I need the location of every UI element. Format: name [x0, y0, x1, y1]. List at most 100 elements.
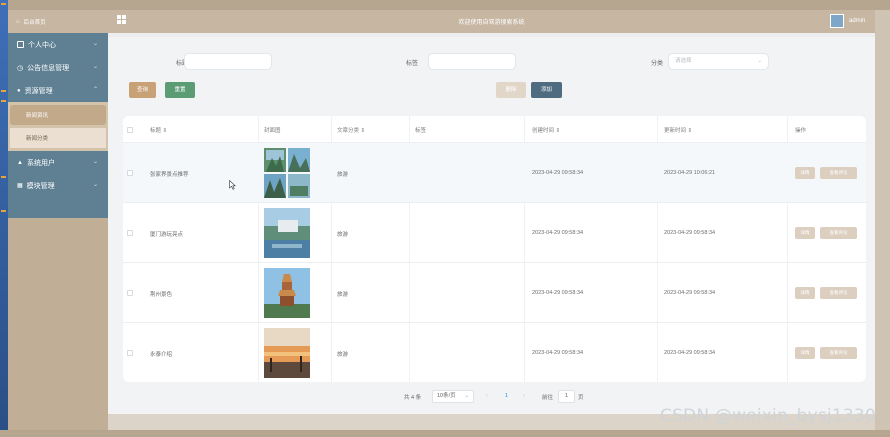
sidebar: ⌂ 后台首页 个人中心 ⌄ ◷ 公告信息管理 ⌄ ● 资源管理 ⌃ 新闻资讯 新…	[8, 10, 108, 430]
pagination-total: 共 4 条	[404, 395, 422, 401]
row-created: 2023-04-29 09:58:34	[532, 170, 584, 176]
clock-icon: ◷	[17, 64, 24, 72]
cursor-icon	[229, 180, 236, 190]
person-icon: ▲	[17, 159, 23, 166]
goto-prefix: 前往	[542, 395, 554, 401]
table-row[interactable]: 永泰介绍 旅游 2023-04-29 09:58:34 2023-04-29 0…	[123, 323, 866, 382]
row-checkbox[interactable]	[127, 170, 133, 176]
sidebar-empty-area	[8, 218, 108, 430]
sidebar-item-notice[interactable]: ◷ 公告信息管理 ⌄	[8, 56, 108, 79]
row-checkbox[interactable]	[127, 290, 133, 296]
category-select-placeholder: 请选择	[675, 58, 692, 64]
table-row[interactable]: 荆州景色 旅游 2023-04-29 09:58:34 2023-04-29 0…	[123, 263, 866, 323]
column-header-title[interactable]: 标题 ⇕	[150, 126, 167, 134]
row-updated: 2023-04-29 09:58:34	[664, 230, 716, 236]
detail-button[interactable]: 详情	[795, 287, 815, 299]
sidebar-item-label: 系统用户	[26, 159, 55, 167]
cover-image	[264, 328, 310, 378]
column-header-updated[interactable]: 更新时间 ⇕	[664, 126, 692, 134]
search-button[interactable]: 查询	[129, 82, 156, 98]
chevron-down-icon: ⌄	[464, 393, 469, 399]
row-title: 永泰介绍	[150, 352, 173, 358]
location-icon: ●	[17, 87, 21, 94]
window-edge	[0, 0, 8, 437]
row-category: 旅游	[337, 352, 349, 358]
cover-image	[264, 268, 310, 318]
view-comments-button[interactable]: 查看评论	[820, 167, 857, 179]
row-category: 旅游	[337, 292, 349, 298]
row-created: 2023-04-29 09:58:34	[532, 230, 584, 236]
tag-filter-input[interactable]	[428, 53, 516, 70]
sidebar-item-modules[interactable]: ▦ 模块管理 ⌄	[8, 174, 108, 197]
chevron-down-icon: ⌄	[92, 159, 98, 165]
row-created: 2023-04-29 09:58:34	[532, 290, 584, 296]
chevron-down-icon: ⌄	[757, 58, 762, 64]
sidebar-subitem-news[interactable]: 新闻资讯	[10, 105, 106, 125]
top-bar: 欢迎使用自驾游搜索系统 admin	[108, 10, 875, 33]
column-header-actions: 操作	[795, 128, 807, 134]
user-center-icon	[17, 41, 24, 48]
title-filter-input[interactable]	[184, 53, 272, 70]
row-title: 荆州景色	[150, 292, 173, 298]
row-created: 2023-04-29 09:58:34	[532, 350, 584, 356]
category-filter-label: 分类	[651, 61, 664, 67]
row-checkbox[interactable]	[127, 350, 133, 356]
view-comments-button[interactable]: 查看评论	[820, 227, 857, 239]
goto-page-input[interactable]: 1	[558, 390, 575, 403]
row-updated: 2023-04-29 09:58:34	[664, 350, 716, 356]
page-title: 欢迎使用自驾游搜索系统	[458, 20, 525, 26]
chevron-down-icon: ⌄	[92, 41, 98, 47]
table-header: 标题 ⇕ 封面图 文章分类 ⇕ 标签 创建时间 ⇕ 更新时间 ⇕ 操作	[123, 116, 866, 143]
window-edge-right	[875, 10, 890, 430]
detail-button[interactable]: 详情	[795, 167, 815, 179]
select-all-checkbox[interactable]	[127, 127, 133, 133]
sidebar-item-profile[interactable]: 个人中心 ⌄	[8, 33, 108, 56]
cover-image	[264, 208, 310, 258]
chevron-down-icon: ⌄	[92, 64, 98, 70]
row-title: 厦门游玩亮点	[150, 232, 184, 238]
data-table: 标题 ⇕ 封面图 文章分类 ⇕ 标签 创建时间 ⇕ 更新时间 ⇕ 操作 张家界景…	[123, 116, 866, 382]
avatar[interactable]	[830, 14, 844, 28]
sidebar-item-label: 模块管理	[26, 182, 55, 190]
main-content: 标题 标签 分类 请选择 ⌄ 查询 重置 删除 添加 标题 ⇕ 封面图 文章分类…	[108, 37, 875, 414]
chevron-up-icon: ⌃	[92, 87, 98, 93]
column-header-category[interactable]: 文章分类 ⇕	[337, 126, 365, 134]
category-select[interactable]: 请选择 ⌄	[668, 53, 769, 70]
page-size-select[interactable]: 10条/页 ⌄	[432, 390, 474, 403]
sidebar-brand[interactable]: ⌂ 后台首页	[8, 10, 108, 33]
sidebar-item-system-users[interactable]: ▲ 系统用户 ⌄	[8, 151, 108, 174]
add-button[interactable]: 添加	[531, 82, 562, 98]
tag-filter-label: 标签	[406, 61, 419, 67]
detail-button[interactable]: 详情	[795, 227, 815, 239]
grid-icon: ▦	[17, 183, 23, 189]
sidebar-item-resources[interactable]: ● 资源管理 ⌃	[8, 79, 108, 102]
table-row[interactable]: 张家界景点推荐 旅游 2023-04-29 09:58:34 2023-04-2…	[123, 143, 866, 203]
sidebar-item-label: 个人中心	[28, 41, 56, 49]
column-header-tag: 标签	[415, 128, 427, 134]
view-comments-button[interactable]: 查看评论	[820, 347, 857, 359]
sidebar-item-label: 资源管理	[24, 87, 53, 95]
view-comments-button[interactable]: 查看评论	[820, 287, 857, 299]
row-title: 张家界景点推荐	[150, 172, 189, 178]
current-page[interactable]: 1	[505, 393, 508, 399]
username[interactable]: admin	[849, 18, 865, 24]
cover-image	[264, 148, 310, 198]
next-page-button[interactable]: ›	[523, 393, 525, 399]
detail-button[interactable]: 详情	[795, 347, 815, 359]
watermark: CSDN @weixin_bysj1330	[660, 406, 876, 426]
home-icon: ⌂	[16, 18, 20, 25]
column-header-created[interactable]: 创建时间 ⇕	[532, 126, 560, 134]
delete-button[interactable]: 删除	[496, 82, 526, 98]
sidebar-item-label: 公告信息管理	[27, 64, 70, 72]
row-checkbox[interactable]	[127, 230, 133, 236]
row-category: 旅游	[337, 232, 349, 238]
table-row[interactable]: 厦门游玩亮点 旅游 2023-04-29 09:58:34 2023-04-29…	[123, 203, 866, 263]
chevron-down-icon: ⌄	[92, 182, 98, 188]
reset-button[interactable]: 重置	[165, 82, 195, 98]
footer-band	[0, 430, 890, 437]
sidebar-subitem-news-category[interactable]: 新闻分类	[10, 128, 106, 148]
page-size-value: 10条/页	[437, 393, 456, 399]
prev-page-button[interactable]: ‹	[486, 393, 488, 399]
column-header-cover: 封面图	[264, 128, 281, 134]
goto-suffix: 页	[578, 395, 584, 401]
